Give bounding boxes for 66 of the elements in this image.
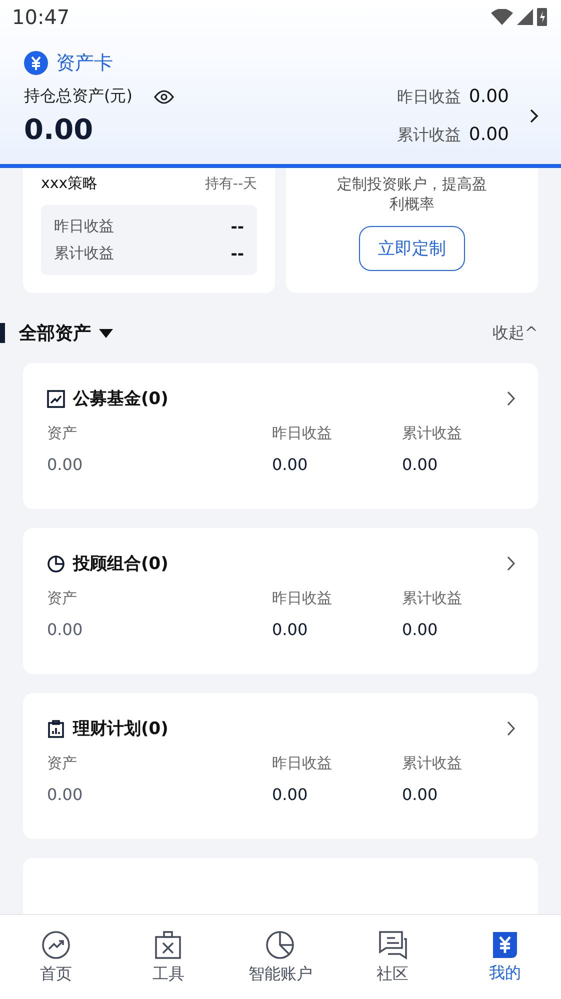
section-marker [0,323,5,343]
battery-icon [537,8,547,26]
tab-bar-item[interactable]: 社区 [348,930,438,984]
stat-label: 昨日收益 [396,87,461,108]
column-value: 0.00 [402,785,439,804]
pie-chart-icon [47,554,65,572]
status-time: 10:47 [12,5,70,29]
chevron-right-icon [507,556,516,571]
tab-bar-item[interactable]: 智能账户 [235,930,326,984]
tab-bar-item[interactable]: 工具 [123,930,214,984]
column-label: 昨日收益 [272,424,333,443]
earnings-label: 累计收益 [54,244,114,263]
column-label: 累计收益 [402,589,463,608]
card-title: 资产卡 [56,51,113,76]
tab-bar-item[interactable]: 我的 [460,930,550,984]
caret-icon [99,328,113,338]
section-dropdown[interactable]: 全部资产 [19,321,113,345]
collapse-toggle[interactable]: 收起^ [492,322,538,344]
trend-icon [41,930,72,960]
chat-icon [378,930,408,960]
column-label: 累计收益 [402,424,463,443]
column-label: 累计收益 [402,754,463,773]
chevron-right-icon [507,721,516,736]
column-value: 0.00 [272,620,309,639]
stat-value: 0.00 [468,124,509,145]
tab-bar-item[interactable]: 首页 [11,930,102,984]
asset-card[interactable]: 理财计划(0) 资产 昨日收益 累计收益 0.00 0.00 0.00 [23,693,538,839]
stat-value: 0.00 [468,86,509,107]
yuan-coin-icon [24,51,48,75]
column-label: 资产 [47,424,78,443]
column-value: 0.00 [402,455,439,474]
column-value: 0.00 [402,620,439,639]
chevron-right-icon[interactable] [529,108,539,124]
column-value: 0.00 [47,785,84,804]
asset-card-title: 公募基金(0) [73,388,170,410]
earnings-value: -- [230,217,244,236]
column-label: 昨日收益 [272,754,333,773]
asset-card-title: 投顾组合(0) [73,553,170,575]
wallet-icon [490,930,519,958]
chevron-right-icon [507,391,516,406]
customize-button[interactable]: 立即定制 [359,226,465,271]
column-value: 0.00 [272,785,309,804]
earnings-value: -- [230,244,244,263]
stat-label: 累计收益 [396,125,461,146]
chart-icon [47,390,65,408]
eye-icon[interactable] [154,90,174,104]
earnings-label: 昨日收益 [54,217,114,236]
column-value: 0.00 [47,620,84,639]
asset-card[interactable]: 公募基金(0) 资产 昨日收益 累计收益 0.00 0.00 0.00 [23,363,538,509]
clipboard-icon [47,720,65,738]
column-label: 资产 [47,754,78,773]
column-value: 0.00 [47,455,84,474]
toolbox-icon [153,930,184,960]
pie-chart-icon [265,930,296,960]
total-assets-label: 持仓总资产(元) [24,86,132,107]
total-assets-value: 0.00 [24,113,94,146]
column-value: 0.00 [272,455,309,474]
column-label: 昨日收益 [272,589,333,608]
strategy-name: xxx策略 [41,174,98,193]
holding-days: 持有--天 [204,174,257,192]
signal-icon [517,9,533,25]
asset-card-title: 理财计划(0) [73,718,170,740]
column-label: 资产 [47,589,78,608]
promo-text: 定制投资账户，提高盈利概率 [337,174,487,214]
asset-card[interactable]: 投顾组合(0) 资产 昨日收益 累计收益 0.00 0.00 0.00 [23,528,538,674]
wifi-icon [491,9,513,25]
